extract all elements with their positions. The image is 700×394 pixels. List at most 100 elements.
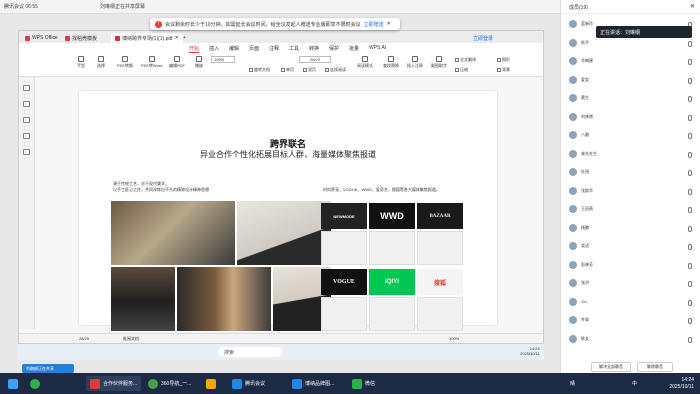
taskbar-item-3[interactable] bbox=[202, 376, 220, 391]
member-name: 秋平 bbox=[581, 39, 589, 45]
member-row[interactable]: 陈女 bbox=[569, 334, 589, 343]
taskbar-clock[interactable]: 14:24 2025/10/11 bbox=[669, 377, 694, 391]
mag-newmode: NEWMODE bbox=[321, 203, 367, 229]
member-row[interactable]: 111 bbox=[569, 297, 587, 306]
comment-icon[interactable] bbox=[23, 117, 30, 123]
close-icon[interactable]: ✕ bbox=[690, 3, 695, 10]
double-page-button[interactable]: 双页 bbox=[303, 67, 316, 73]
menu-edit[interactable]: 编辑 bbox=[229, 45, 239, 52]
windows-icon bbox=[8, 378, 18, 389]
read-mode-button[interactable]: 阅读模式 bbox=[357, 56, 373, 69]
pdf-to-word-button[interactable]: PDF转Word bbox=[141, 56, 162, 69]
status-page[interactable]: 28/29 bbox=[79, 336, 89, 341]
mic-icon[interactable] bbox=[688, 96, 692, 102]
status-zoom[interactable]: 100% bbox=[449, 336, 459, 341]
background-button[interactable]: 背景 bbox=[497, 67, 510, 73]
mic-icon[interactable] bbox=[688, 281, 692, 287]
shared-search-box[interactable]: 搜索 bbox=[218, 347, 282, 357]
menu-home[interactable]: 开始 bbox=[189, 45, 200, 53]
mic-icon[interactable] bbox=[688, 336, 692, 343]
menu-protect[interactable]: 保护 bbox=[329, 45, 339, 52]
menu-batch[interactable]: 批量 bbox=[349, 45, 359, 52]
find-replace-button[interactable]: 查找替换 bbox=[383, 56, 399, 69]
mic-icon[interactable] bbox=[688, 170, 692, 176]
rotate-button[interactable]: 旋转文档 bbox=[249, 67, 270, 73]
member-row[interactable]: 沈群华 bbox=[569, 186, 593, 195]
taskbar-item-6[interactable]: 微信 bbox=[348, 376, 379, 391]
member-row[interactable]: 蓝新玲 bbox=[569, 20, 593, 28]
member-row[interactable]: 杨鹏 bbox=[569, 223, 589, 232]
mic-icon[interactable] bbox=[688, 262, 692, 269]
mic-icon[interactable] bbox=[688, 299, 692, 306]
hand-tool-button[interactable]: 手型 bbox=[77, 56, 85, 69]
member-row[interactable]: 张洪 bbox=[569, 279, 589, 287]
login-button[interactable]: 立即登录 bbox=[469, 33, 497, 43]
security-app[interactable] bbox=[26, 376, 44, 391]
select-tool-button[interactable]: 选择 bbox=[97, 56, 105, 69]
taskbar-item-2[interactable]: 360导航_一... bbox=[144, 376, 195, 391]
menu-tools[interactable]: 工具 bbox=[289, 45, 299, 52]
layers-icon[interactable] bbox=[23, 149, 30, 155]
weather[interactable]: 晴 bbox=[566, 376, 579, 391]
menu-insert[interactable]: 插入 bbox=[209, 45, 219, 52]
member-row[interactable]: 杜锐 bbox=[569, 168, 589, 176]
mic-icon[interactable] bbox=[688, 133, 692, 139]
pdf-convert-button[interactable]: PDF转换 bbox=[117, 56, 133, 69]
member-name: 杨鹏 bbox=[581, 224, 589, 230]
menu-page[interactable]: 页面 bbox=[249, 45, 259, 52]
mic-icon[interactable] bbox=[688, 244, 692, 250]
mic-icon[interactable] bbox=[688, 207, 692, 213]
mic-icon[interactable] bbox=[688, 114, 692, 121]
menu-convert[interactable]: 转换 bbox=[309, 45, 319, 52]
translate-button[interactable]: 全文翻译 bbox=[455, 57, 476, 63]
menu-annotate[interactable]: 注释 bbox=[269, 45, 279, 52]
member-row[interactable]: 王田燕 bbox=[569, 205, 593, 213]
play-button[interactable]: 播放 bbox=[195, 56, 203, 69]
bookmark-icon[interactable] bbox=[23, 101, 30, 107]
edit-pdf-button[interactable]: 编辑PDF bbox=[169, 56, 185, 69]
tab-pdf[interactable]: 博纳跨界专场(1)(1).pdf ✕ bbox=[111, 33, 183, 43]
member-row[interactable]: 爱女 bbox=[569, 75, 589, 84]
taskbar-item-5[interactable]: 博纳品牌图... bbox=[288, 376, 338, 391]
taskbar-item-4[interactable]: 腾讯会议 bbox=[228, 376, 269, 391]
mic-icon[interactable] bbox=[688, 188, 692, 195]
shape-button[interactable]: 图形 bbox=[497, 57, 510, 63]
close-icon[interactable]: ✕ bbox=[387, 21, 391, 27]
new-tab-button[interactable]: + bbox=[179, 33, 190, 43]
member-row[interactable]: 八瓣 bbox=[569, 131, 589, 139]
taskbar-item-1[interactable]: 合作伙伴服务... bbox=[86, 376, 142, 391]
mic-icon[interactable] bbox=[688, 77, 692, 84]
mic-icon[interactable] bbox=[688, 40, 692, 47]
mic-icon[interactable] bbox=[688, 318, 692, 324]
member-row[interactable]: 彭晓芳 bbox=[569, 260, 593, 269]
member-row[interactable]: 齐翠 bbox=[569, 316, 589, 324]
mic-icon[interactable] bbox=[688, 151, 692, 158]
page-input[interactable]: 28/29 bbox=[299, 56, 331, 63]
single-page-button[interactable]: 单页 bbox=[281, 67, 294, 73]
member-row[interactable]: 黄生 bbox=[569, 94, 589, 102]
member-row[interactable]: 笑语 bbox=[569, 242, 589, 250]
attachment-icon[interactable] bbox=[23, 133, 30, 139]
screenshot-button[interactable]: 截图取字 bbox=[431, 56, 447, 69]
scroll-icon bbox=[325, 68, 329, 72]
tab-wps-office[interactable]: WPS Office bbox=[21, 33, 62, 43]
mute-all-button[interactable]: 解决全部静音 bbox=[591, 362, 631, 372]
mic-icon[interactable] bbox=[688, 225, 692, 232]
note-icon bbox=[412, 56, 418, 62]
gift-link[interactable]: 立即赠送 bbox=[364, 21, 384, 28]
member-row[interactable]: 刘林艳 bbox=[569, 112, 593, 121]
thumbnail-icon[interactable] bbox=[23, 85, 30, 91]
tab-template[interactable]: 找稻壳模板 bbox=[61, 33, 101, 43]
input-language[interactable]: 中 bbox=[628, 376, 641, 391]
continuous-read-button[interactable]: 连续阅读 bbox=[325, 67, 346, 73]
compress-button[interactable]: 压缩 bbox=[455, 67, 468, 73]
member-row[interactable]: 林先先生 bbox=[569, 149, 597, 158]
start-button[interactable] bbox=[4, 376, 22, 391]
mic-icon[interactable] bbox=[688, 59, 692, 65]
menu-wps-ai[interactable]: WPS AI bbox=[369, 45, 386, 51]
member-row[interactable]: 华琳建 bbox=[569, 57, 593, 65]
zoom-field[interactable]: 100% bbox=[211, 56, 235, 63]
insert-note-button[interactable]: 插入注释 bbox=[407, 56, 423, 69]
unmute-button[interactable]: 解除静音 bbox=[637, 362, 673, 372]
member-row[interactable]: 秋平 bbox=[569, 38, 589, 47]
